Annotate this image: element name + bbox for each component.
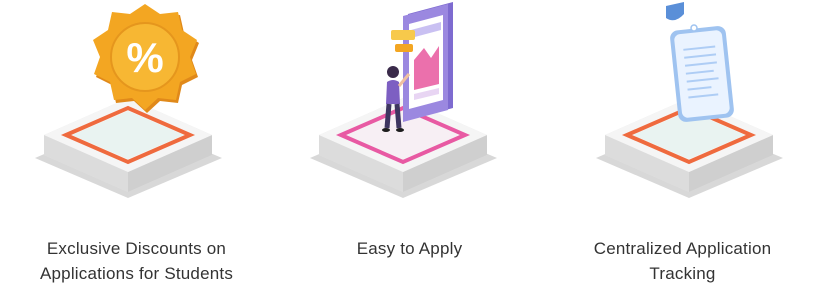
feature-caption: Centralized Application Tracking xyxy=(546,236,819,286)
svg-text:%: % xyxy=(126,34,163,81)
caption-line: Exclusive Discounts on xyxy=(46,239,227,258)
caption-line: Easy to Apply xyxy=(356,239,463,258)
apply-illustration xyxy=(310,2,497,198)
feature-card-discounts: % Exclusive Discounts on Applications fo… xyxy=(0,0,273,298)
discount-badge-icon: % xyxy=(93,4,199,113)
features-page: { "features": [ { "icon": "discount-badg… xyxy=(0,0,819,298)
caption-line: Centralized Application xyxy=(593,239,772,258)
feature-card-easy-apply: Easy to Apply xyxy=(273,0,546,298)
tracking-illustration xyxy=(596,2,783,198)
feature-caption: Exclusive Discounts on Applications for … xyxy=(0,236,273,286)
feature-card-tracking: Centralized Application Tracking xyxy=(546,0,819,298)
discount-illustration: % xyxy=(35,4,222,198)
caption-line: Tracking xyxy=(649,264,716,283)
caption-line: Applications for Students xyxy=(39,264,234,283)
feature-caption: Easy to Apply xyxy=(273,236,546,261)
